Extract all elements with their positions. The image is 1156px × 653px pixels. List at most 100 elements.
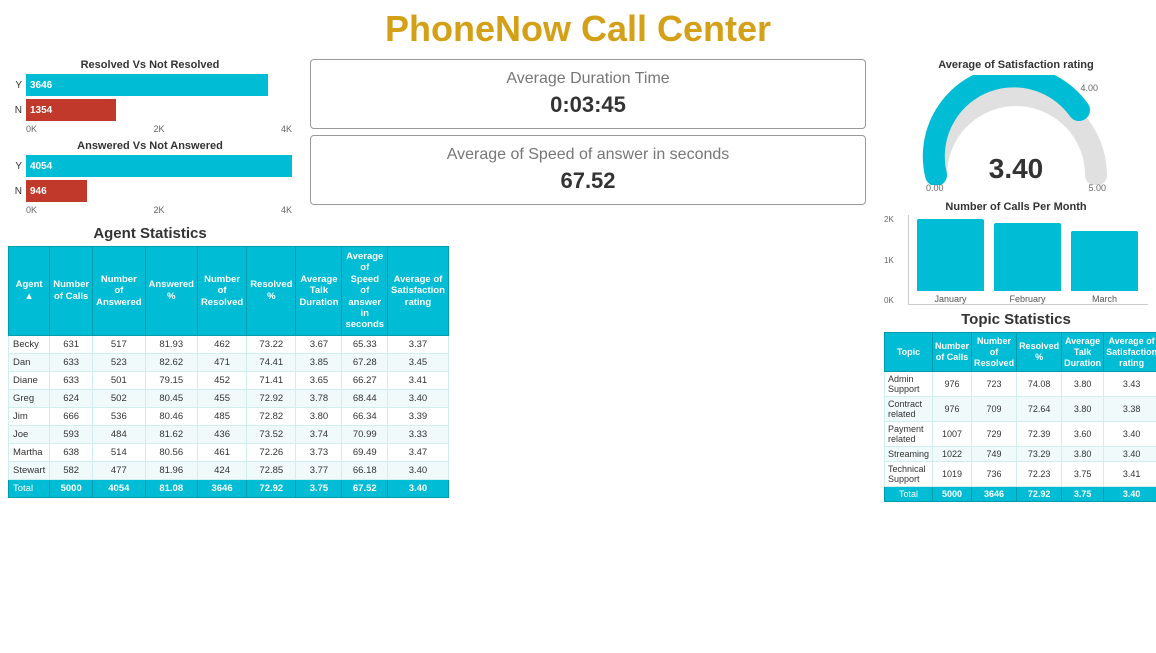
agent-total-cell: 81.08 <box>145 479 197 497</box>
topic-statistics-section: Topic Statistics Topic Number of Calls N… <box>884 311 1148 576</box>
bar-march <box>1071 231 1138 291</box>
agent-total-cell: 4054 <box>93 479 145 497</box>
agent-cell: 477 <box>93 461 145 479</box>
monthly-calls-section: Number of Calls Per Month 2K 1K 0K Janua… <box>884 201 1148 305</box>
agent-cell: 436 <box>197 425 246 443</box>
agent-cell: 484 <box>93 425 145 443</box>
agent-total-cell: 5000 <box>50 479 93 497</box>
resolved-chart: Resolved Vs Not Resolved Y 3646 N 1354 0… <box>8 59 292 134</box>
topic-cell: 729 <box>972 422 1017 447</box>
agent-cell: Diane <box>9 371 50 389</box>
agent-cell: 424 <box>197 461 246 479</box>
gauge-label-4: 4.00 <box>1080 83 1098 93</box>
agent-cell: 81.93 <box>145 335 197 353</box>
agent-cell: 461 <box>197 443 246 461</box>
topic-cell: 3.80 <box>1062 447 1104 462</box>
bar-label-y1: Y <box>8 80 22 91</box>
topic-col-calls: Number of Calls <box>933 333 972 372</box>
topic-cell: 749 <box>972 447 1017 462</box>
resolved-chart-title: Resolved Vs Not Resolved <box>8 59 292 71</box>
speed-value: 67.52 <box>327 168 849 194</box>
topic-cell: 3.80 <box>1062 372 1104 397</box>
month-jan: January <box>917 219 984 304</box>
bar-resolved-n: 1354 <box>26 99 116 121</box>
agent-cell: Dan <box>9 353 50 371</box>
col-agent: Agent▲ <box>9 247 50 336</box>
topic-cell: 3.40 <box>1104 422 1156 447</box>
duration-kpi: Average Duration Time 0:03:45 <box>310 59 866 129</box>
agent-cell: 81.62 <box>145 425 197 443</box>
topic-cell: 723 <box>972 372 1017 397</box>
topic-col-sat: Average of Satisfaction rating <box>1104 333 1156 372</box>
topic-cell: 736 <box>972 462 1017 487</box>
agent-cell: Greg <box>9 389 50 407</box>
topic-col-talk: Average Talk Duration <box>1062 333 1104 372</box>
agent-total-cell: Total <box>9 479 50 497</box>
agent-cell: 80.46 <box>145 407 197 425</box>
agent-cell: 72.82 <box>247 407 296 425</box>
speed-label: Average of Speed of answer in seconds <box>327 146 849 164</box>
right-column: Average of Satisfaction rating 3.40 0.00… <box>876 55 1156 580</box>
bar-label-y2: Y <box>8 161 22 172</box>
agent-stats-title: Agent Statistics <box>8 225 292 242</box>
topic-cell: Contract related <box>885 397 933 422</box>
col-resolved-pct: Resolved % <box>247 247 296 336</box>
topic-cell: 73.29 <box>1017 447 1062 462</box>
bar-january <box>917 219 984 291</box>
topic-cell: Technical Support <box>885 462 933 487</box>
topic-col-resolved-pct: Resolved % <box>1017 333 1062 372</box>
bar-resolved-y: 3646 <box>26 74 268 96</box>
middle-column: Average Duration Time 0:03:45 Average of… <box>300 55 876 580</box>
agent-cell: 73.22 <box>247 335 296 353</box>
topic-total-row: Total5000364672.923.753.40 <box>885 487 1156 502</box>
agent-cell: Joe <box>9 425 50 443</box>
topic-row: Technical Support101973672.233.753.41 <box>885 462 1156 487</box>
agent-cell: 81.96 <box>145 461 197 479</box>
agent-cell: 624 <box>50 389 93 407</box>
topic-cell: 976 <box>933 397 972 422</box>
topic-cell: 72.64 <box>1017 397 1062 422</box>
topic-col-resolved: Number of Resolved <box>972 333 1017 372</box>
y-label-0k: 0K <box>884 296 894 305</box>
agent-cell: 502 <box>93 389 145 407</box>
duration-value: 0:03:45 <box>327 92 849 118</box>
agent-total-cell: 72.92 <box>247 479 296 497</box>
page-title: PhoneNow Call Center <box>0 0 1156 54</box>
agent-cell: 79.15 <box>145 371 197 389</box>
agent-cell: 72.85 <box>247 461 296 479</box>
topic-cell: 3.60 <box>1062 422 1104 447</box>
topic-cell: 976 <box>933 372 972 397</box>
duration-label: Average Duration Time <box>327 70 849 88</box>
topic-cell: 72.23 <box>1017 462 1062 487</box>
topic-cell: 3.41 <box>1104 462 1156 487</box>
agent-cell: 71.41 <box>247 371 296 389</box>
topic-total-cell: 3.40 <box>1104 487 1156 502</box>
monthly-calls-title: Number of Calls Per Month <box>884 201 1148 213</box>
topic-cell: Payment related <box>885 422 933 447</box>
agent-cell: 72.26 <box>247 443 296 461</box>
agent-cell: 593 <box>50 425 93 443</box>
agent-cell: 638 <box>50 443 93 461</box>
bar-label-n1: N <box>8 105 22 116</box>
month-feb: February <box>994 223 1061 304</box>
agent-cell: Stewart <box>9 461 50 479</box>
topic-row: Streaming102274973.293.803.40 <box>885 447 1156 462</box>
col-answered-pct: Answered % <box>145 247 197 336</box>
resolved-x-axis: 0K2K4K <box>8 124 292 134</box>
topic-col-topic: Topic <box>885 333 933 372</box>
topic-row: Payment related100772972.393.603.40 <box>885 422 1156 447</box>
agent-cell: 582 <box>50 461 93 479</box>
col-num-answered: Number of Answered <box>93 247 145 336</box>
topic-cell: 709 <box>972 397 1017 422</box>
gauge-section: Average of Satisfaction rating 3.40 0.00… <box>884 59 1148 195</box>
gauge-label-max: 5.00 <box>1088 183 1106 193</box>
topic-stats-title: Topic Statistics <box>884 311 1148 328</box>
label-march: March <box>1092 294 1117 304</box>
agent-cell: 631 <box>50 335 93 353</box>
topic-cell: 3.38 <box>1104 397 1156 422</box>
gauge-label-min: 0.00 <box>926 183 944 193</box>
agent-cell: Becky <box>9 335 50 353</box>
y-label-1k: 1K <box>884 256 894 265</box>
y-label-2k: 2K <box>884 215 894 224</box>
topic-stats-table: Topic Number of Calls Number of Resolved… <box>884 332 1156 502</box>
